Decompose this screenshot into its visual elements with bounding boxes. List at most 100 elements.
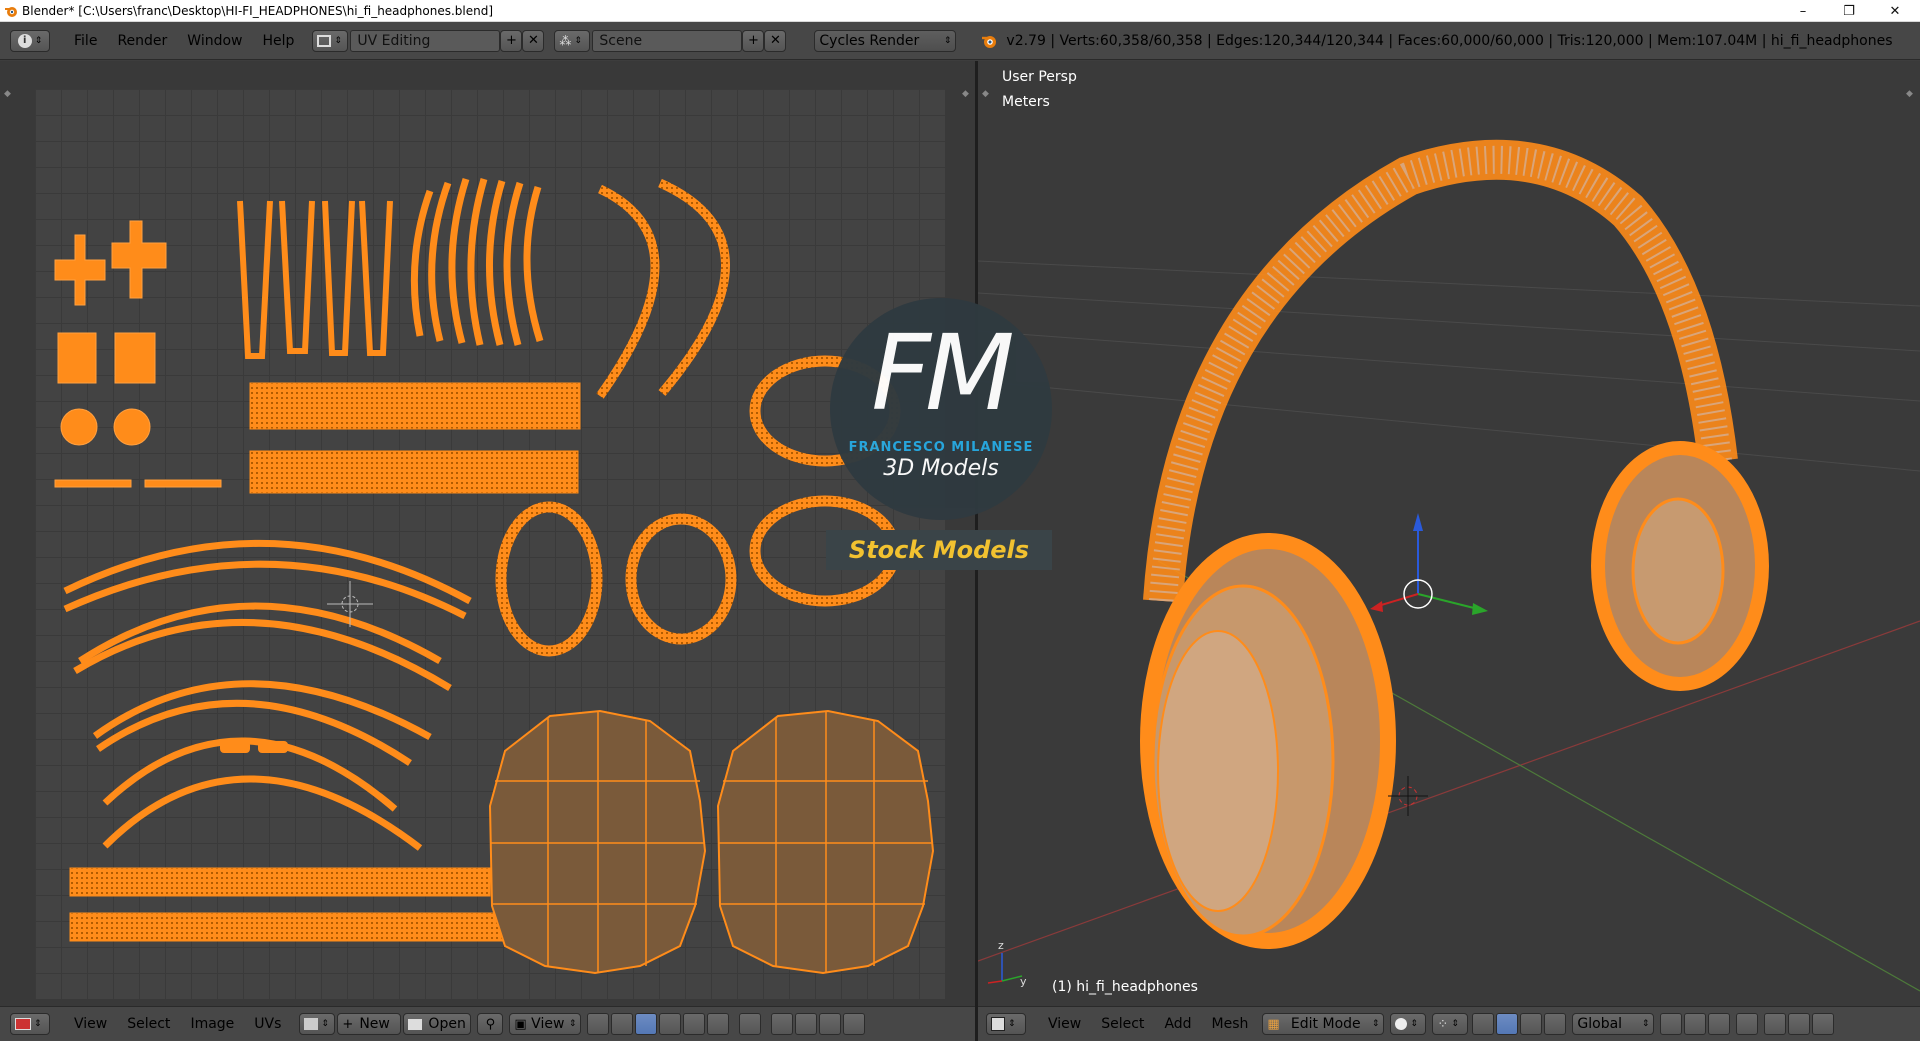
pin-icon: ⚲: [485, 1016, 496, 1032]
close-window-button[interactable]: ✕: [1872, 0, 1918, 22]
snap-element-select[interactable]: [819, 1013, 842, 1035]
3d-menu-add[interactable]: Add: [1154, 1013, 1201, 1035]
delete-scene-button[interactable]: ✕: [764, 29, 787, 52]
window-title-bar: Blender* [C:\Users\franc\Desktop\HI-FI_H…: [0, 0, 1920, 22]
chevron-updown-icon: ⇕: [1008, 1019, 1016, 1029]
texture-channel-toggle[interactable]: [843, 1013, 866, 1035]
uv-island-arcs: [596, 178, 730, 399]
chevron-updown-icon: ⇕: [1641, 1019, 1650, 1029]
uv-menu-uvs[interactable]: UVs: [244, 1013, 291, 1035]
uv-island-headband-arcs: [63, 539, 472, 851]
image-browse-button[interactable]: ⇕: [299, 1013, 336, 1035]
properties-toggle-icon[interactable]: ◆: [1906, 89, 1913, 99]
x-axis-line: [978, 620, 1920, 962]
view-units: Meters: [1002, 94, 1050, 110]
render-engine-select[interactable]: Cycles Render ⇕: [814, 29, 957, 52]
screen-layout-icon: [317, 34, 332, 47]
chevron-updown-icon: ⇕: [1410, 1019, 1418, 1029]
transform-manipulator[interactable]: [1370, 513, 1488, 615]
image-editor-icon: [15, 1018, 31, 1030]
limit-selection-toggle[interactable]: [1736, 1013, 1759, 1035]
sticky-select-mode[interactable]: [739, 1013, 762, 1035]
chevron-updown-icon: ⇕: [1371, 1019, 1380, 1029]
layout-name-field[interactable]: UV Editing: [350, 29, 501, 52]
delete-layout-button[interactable]: ✕: [522, 29, 545, 52]
3d-menu-mesh[interactable]: Mesh: [1202, 1013, 1259, 1035]
view-mode-select[interactable]: ▣ View ⇕: [509, 1013, 582, 1035]
toolshelf-toggle-icon[interactable]: ◆: [982, 89, 989, 99]
viewport-shading-select[interactable]: ⇕: [1390, 1013, 1427, 1035]
pivot-select[interactable]: [587, 1013, 610, 1035]
view-name: User Persp: [1002, 69, 1077, 85]
vertex-select-mode[interactable]: [1660, 1013, 1683, 1035]
open-image-button[interactable]: Open: [403, 1013, 472, 1035]
scene-name-field[interactable]: Scene: [592, 29, 743, 52]
uv-2d-cursor-icon: [327, 581, 373, 627]
axis-y-label: y: [1020, 975, 1027, 988]
sync-selection-toggle[interactable]: [611, 1013, 634, 1035]
uv-menu-view[interactable]: View: [64, 1013, 117, 1035]
scene-browse-button[interactable]: ⁂ ⇕: [554, 29, 591, 52]
pin-image-button[interactable]: ⚲: [477, 1013, 504, 1035]
manipulator-toggle[interactable]: [1472, 1013, 1495, 1035]
select-island-mode[interactable]: [707, 1013, 730, 1035]
3d-editor-type-button[interactable]: ⇕: [986, 1013, 1026, 1035]
menu-window[interactable]: Window: [177, 30, 252, 52]
scene-icon: ⁂: [559, 33, 572, 48]
menu-render[interactable]: Render: [107, 30, 177, 52]
scale-manipulator[interactable]: [1544, 1013, 1567, 1035]
new-image-button[interactable]: + New: [337, 1013, 402, 1035]
close-icon: ✕: [769, 33, 781, 48]
restore-button[interactable]: ❐: [1826, 0, 1872, 22]
folder-icon: [408, 1018, 423, 1030]
active-object-label: (1) hi_fi_headphones: [1052, 979, 1198, 995]
uv-menu-image[interactable]: Image: [180, 1013, 244, 1035]
interaction-mode-select[interactable]: ▦ Edit Mode ⇕: [1262, 1013, 1385, 1035]
image-icon: [304, 1018, 319, 1030]
3d-menu-view[interactable]: View: [1038, 1013, 1091, 1035]
uv-island-curved-strips: [410, 177, 544, 346]
add-layout-button[interactable]: +: [500, 29, 523, 52]
3d-view-header: ⇕ View Select Add Mesh ▦ Edit Mode ⇕ ⇕ ⁘…: [978, 1006, 1920, 1041]
transform-orientation-select[interactable]: Global ⇕: [1572, 1013, 1655, 1035]
pivot-icon: ⁘: [1437, 1016, 1449, 1032]
uv-island-small-pieces: [54, 220, 222, 488]
edit-mode-icon: ▦: [1267, 1016, 1280, 1032]
uv-editor-type-button[interactable]: ⇕: [10, 1013, 50, 1035]
scene-name: Scene: [599, 32, 643, 49]
edge-select-mode[interactable]: [1684, 1013, 1707, 1035]
info-header: i ⇕ File Render Window Help ⇕ UV Editing…: [0, 22, 1920, 60]
chevron-updown-icon: ⇕: [574, 35, 582, 46]
proportional-edit-toggle[interactable]: [771, 1013, 794, 1035]
snap-toggle[interactable]: [795, 1013, 818, 1035]
editor-type-info-button[interactable]: i ⇕: [10, 29, 50, 52]
pivot-point-select[interactable]: ⁘ ⇕: [1432, 1013, 1469, 1035]
menu-help[interactable]: Help: [252, 30, 304, 52]
cube-icon: [991, 1017, 1005, 1031]
menu-file[interactable]: File: [64, 30, 107, 52]
add-scene-button[interactable]: +: [742, 29, 765, 52]
layout-browse-button[interactable]: ⇕: [312, 29, 349, 52]
solid-shading-icon: [1395, 1018, 1408, 1030]
select-vertex-mode[interactable]: [635, 1013, 658, 1035]
select-face-mode[interactable]: [683, 1013, 706, 1035]
chevron-updown-icon: ⇕: [334, 35, 342, 46]
3d-menu-select[interactable]: Select: [1091, 1013, 1154, 1035]
face-select-mode[interactable]: [1708, 1013, 1731, 1035]
snap-3d-element[interactable]: [1812, 1013, 1835, 1035]
uv-menu-select[interactable]: Select: [117, 1013, 180, 1035]
rotate-manipulator[interactable]: [1520, 1013, 1543, 1035]
mini-axis-widget: [987, 953, 1023, 984]
minimize-button[interactable]: –: [1780, 0, 1826, 22]
3d-cursor-icon: [1388, 776, 1428, 816]
translate-manipulator[interactable]: [1496, 1013, 1519, 1035]
view-mode-label: View: [531, 1016, 565, 1032]
scene-statistics: v2.79 | Verts:60,358/60,358 | Edges:120,…: [1006, 32, 1893, 49]
watermark-logo: FM FRANCESCO MILANESE 3D Models: [830, 298, 1052, 520]
chevron-updown-icon: ⇕: [1451, 1019, 1459, 1029]
select-edge-mode[interactable]: [659, 1013, 682, 1035]
snap-3d-toggle[interactable]: [1788, 1013, 1811, 1035]
proportional-editing-toggle[interactable]: [1764, 1013, 1787, 1035]
viewport-scene: [978, 139, 1920, 992]
3d-viewport[interactable]: User Persp Meters z y (1) hi_fi_headphon…: [978, 61, 1920, 1006]
